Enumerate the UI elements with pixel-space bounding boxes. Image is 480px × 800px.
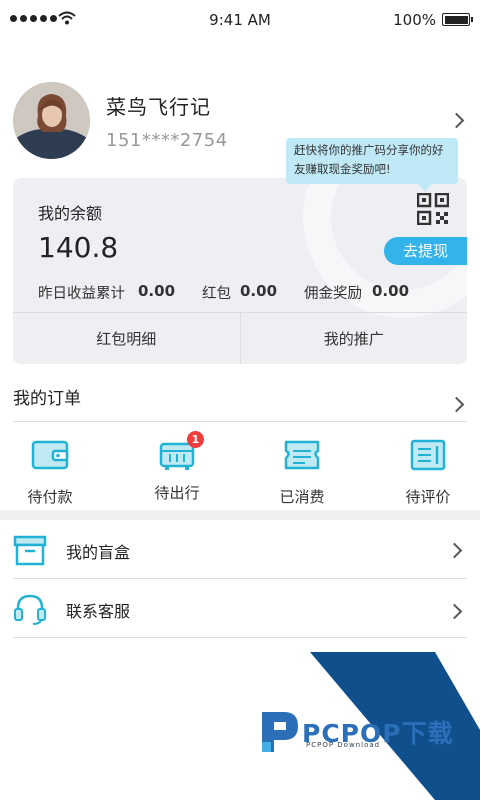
order-consumed[interactable]: 已消费 (262, 436, 342, 507)
stat-redpacket-value: 0.00 (240, 282, 278, 300)
order-pending-review-label: 待评价 (405, 488, 451, 506)
user-phone: 151****2754 (106, 130, 228, 151)
orders-title: 我的订单 (13, 389, 81, 409)
order-pending-review[interactable]: 待评价 (388, 436, 468, 507)
box-icon (13, 535, 47, 566)
stat-commission-label: 佣金奖励 (304, 286, 362, 302)
orders-divider (13, 421, 467, 422)
my-promotion-link[interactable]: 我的推广 (239, 313, 468, 364)
order-pending-payment-label: 待付款 (27, 488, 73, 506)
menu-blind-box[interactable]: 我的盲盒 (13, 521, 467, 579)
battery-icon (442, 13, 473, 26)
review-icon (410, 439, 446, 471)
orders-chevron-icon[interactable] (448, 396, 465, 413)
watermark-subtext: PCPOP Download (306, 741, 381, 749)
order-pending-payment[interactable]: 待付款 (10, 436, 90, 507)
battery-percent: 100% (393, 11, 436, 29)
ticket-icon (284, 440, 320, 470)
menu-customer-service-label: 联系客服 (66, 602, 131, 621)
user-name: 菜鸟飞行记 (106, 95, 211, 119)
wallet-icon (31, 440, 69, 470)
section-divider (0, 510, 480, 520)
balance-card: 我的余额 140.8 去提现 昨日收益累计 0.00 红包 0.00 佣金奖励 … (13, 178, 467, 364)
customer-service-chevron-icon (446, 603, 463, 620)
order-pending-travel[interactable]: 1 待出行 (137, 431, 217, 503)
withdraw-button[interactable]: 去提现 (384, 237, 467, 265)
stat-yesterday-label: 昨日收益累计 (38, 286, 125, 302)
blind-box-chevron-icon (446, 542, 463, 559)
balance-amount: 140.8 (38, 231, 119, 264)
order-pending-travel-label: 待出行 (154, 484, 200, 502)
redpacket-detail-link[interactable]: 红包明细 (13, 313, 240, 364)
stat-yesterday-value: 0.00 (138, 282, 176, 300)
avatar[interactable] (13, 82, 90, 159)
headset-icon (14, 594, 46, 625)
balance-links: 红包明细 我的推广 (13, 312, 467, 364)
stat-commission-value: 0.00 (372, 282, 410, 300)
bus-icon-wrap: 1 (158, 431, 204, 474)
balance-title: 我的余额 (38, 204, 103, 223)
menu-customer-service[interactable]: 联系客服 (13, 580, 467, 638)
profile-chevron-icon[interactable] (448, 112, 465, 129)
promo-tooltip: 赶快将你的推广码分享你的好友赚取现金奖励吧! (286, 138, 458, 192)
stat-redpacket-label: 红包 (202, 286, 231, 302)
status-bar: 9:41 AM 100% (0, 0, 480, 40)
menu-blind-box-label: 我的盲盒 (66, 543, 131, 562)
order-badge: 1 (187, 431, 204, 448)
order-consumed-label: 已消费 (279, 488, 325, 506)
qr-code-icon[interactable] (417, 193, 449, 225)
pcpop-logo-icon (262, 712, 298, 752)
